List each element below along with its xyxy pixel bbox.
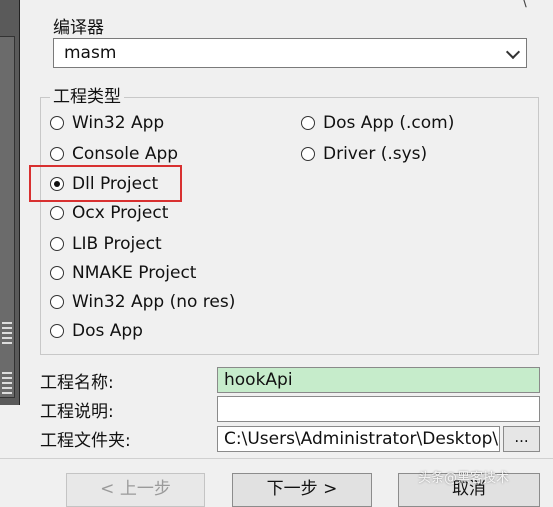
radio-console-app[interactable]: Console App [50, 144, 178, 164]
project-type-group [40, 97, 539, 355]
radio-label: Ocx Project [72, 203, 169, 223]
radio-label: Dos App (.com) [323, 113, 455, 133]
radio-dot[interactable] [50, 147, 64, 161]
radio-win32-app-no-res[interactable]: Win32 App (no res) [50, 292, 235, 312]
project-folder-label: 工程文件夹: [40, 431, 131, 451]
radio-driver-sys[interactable]: Driver (.sys) [301, 144, 427, 164]
radio-label: Dos App [72, 321, 143, 341]
watermark: 头条@黑客技术 [418, 471, 510, 486]
radio-dot[interactable] [50, 237, 64, 251]
radio-label: NMAKE Project [72, 263, 197, 283]
wizard-side-panel [0, 36, 15, 398]
radio-ocx-project[interactable]: Ocx Project [50, 203, 168, 223]
radio-label: Driver (.sys) [323, 144, 428, 164]
project-folder-input[interactable]: C:\Users\Administrator\Desktop\32 [217, 426, 500, 452]
compiler-label: 编译器 [53, 18, 104, 38]
radio-label: Win32 App (no res) [72, 292, 236, 312]
chevron-down-icon[interactable] [505, 44, 521, 60]
divider [0, 458, 553, 459]
project-type-label: 工程类型 [50, 82, 124, 107]
browse-button[interactable]: ... [503, 426, 540, 452]
project-name-label: 工程名称: [40, 373, 114, 393]
radio-dot[interactable] [50, 295, 64, 309]
radio-dot[interactable] [50, 206, 64, 220]
radio-label: Win32 App [72, 113, 165, 133]
radio-dot[interactable] [301, 116, 315, 130]
radio-win32-app[interactable]: Win32 App [50, 113, 164, 133]
radio-dot[interactable] [50, 324, 64, 338]
radio-nmake-project[interactable]: NMAKE Project [50, 263, 196, 283]
radio-dot[interactable] [50, 266, 64, 280]
radio-label: LIB Project [72, 234, 162, 254]
project-desc-label: 工程说明: [40, 402, 114, 422]
radio-lib-project[interactable]: LIB Project [50, 234, 162, 254]
radio-dos-app-com[interactable]: Dos App (.com) [301, 113, 454, 133]
side-text-fragment [2, 372, 12, 394]
radio-dot[interactable] [50, 116, 64, 130]
next-button[interactable]: 下一步 > [232, 473, 372, 507]
project-desc-input[interactable] [217, 396, 540, 422]
project-name-input[interactable]: hookApi [217, 367, 540, 393]
prev-button[interactable]: < 上一步 [66, 473, 205, 507]
side-text-fragment [2, 322, 12, 344]
radio-dot[interactable] [301, 147, 315, 161]
wizard-side-image [0, 0, 20, 405]
radio-dos-app[interactable]: Dos App [50, 321, 143, 341]
selection-highlight-box [29, 165, 182, 202]
compiler-select[interactable]: masm [53, 38, 527, 68]
radio-label: Console App [72, 144, 179, 164]
compiler-value: masm [64, 43, 117, 63]
corner-mark: \ [522, 0, 527, 10]
